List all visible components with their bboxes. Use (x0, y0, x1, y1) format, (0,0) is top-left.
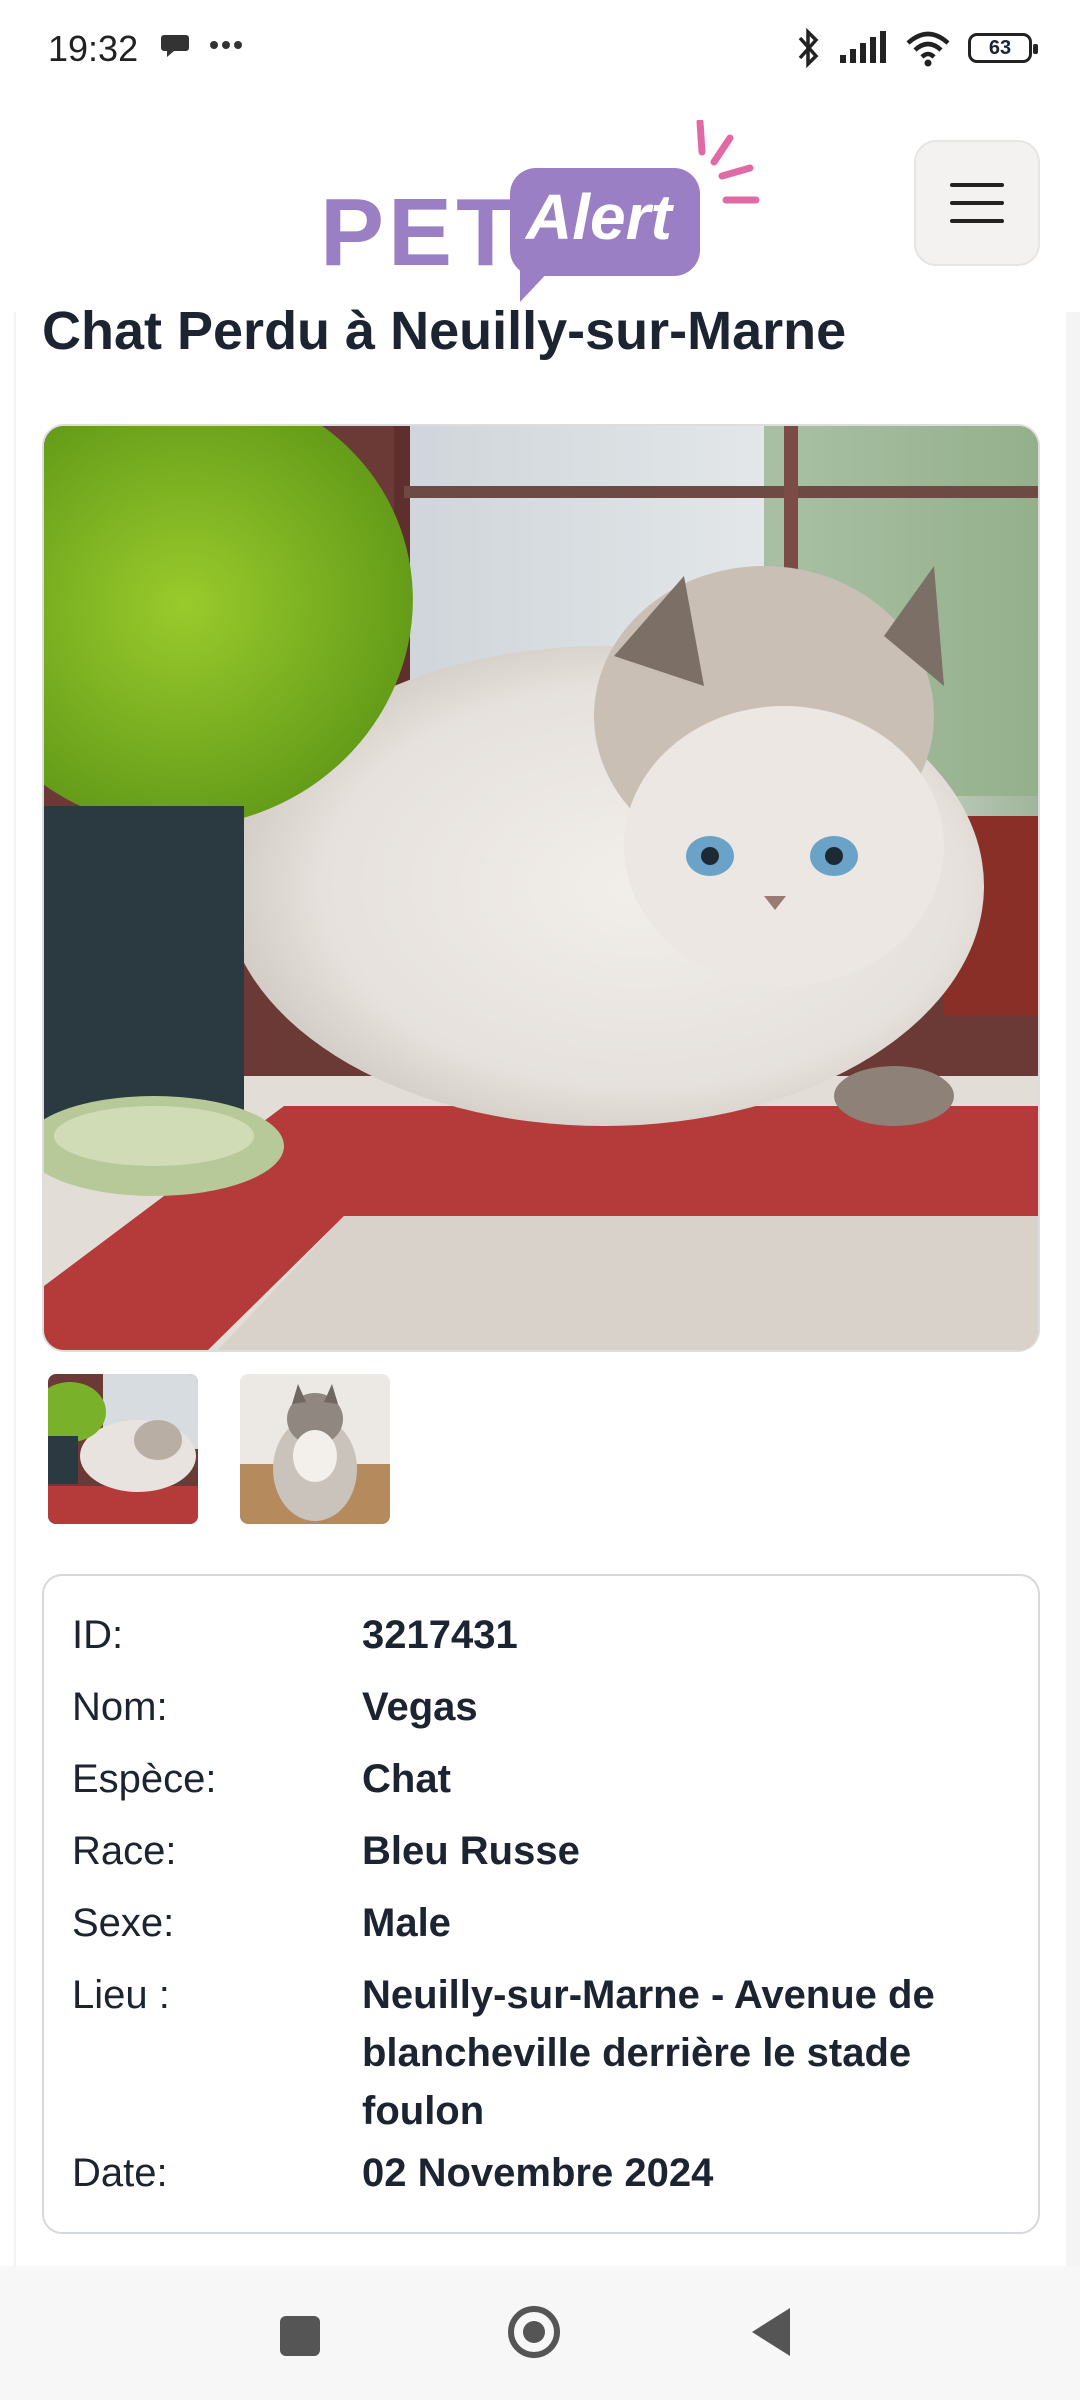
page-title: Chat Perdu à Neuilly-sur-Marne (42, 301, 847, 361)
detail-label: ID: (72, 1613, 124, 1657)
logo-rays-icon (696, 120, 760, 204)
detail-label: Espèce: (72, 1757, 217, 1801)
pet-alert-logo[interactable]: PET Alert (320, 120, 760, 302)
home-icon[interactable] (508, 2306, 560, 2358)
more-dots-icon (210, 41, 242, 49)
hamburger-menu-icon[interactable] (914, 140, 1040, 266)
detail-value: Vegas (362, 1685, 478, 1729)
chat-bubble-icon (161, 35, 189, 57)
detail-value: 02 Novembre 2024 (362, 2151, 714, 2195)
signal-icon (840, 31, 886, 63)
bluetooth-icon (798, 28, 819, 68)
logo-alert-text: Alert (526, 181, 672, 253)
logo-pet-text: PET (320, 179, 519, 286)
pet-details-card: ID: 3217431 Nom: Vegas Espèce: Chat Race… (42, 1574, 1040, 2234)
back-icon[interactable] (752, 2308, 790, 2356)
detail-label: Race: (72, 1829, 177, 1873)
cat-thumbnail-1[interactable] (48, 1374, 198, 1524)
detail-label: Sexe: (72, 1901, 175, 1945)
detail-label: Nom: (72, 1685, 168, 1729)
detail-value: 3217431 (362, 1613, 518, 1657)
detail-label: Date: (72, 2151, 168, 2195)
detail-value: Male (362, 1901, 451, 1945)
status-time: 19:32 (48, 28, 139, 69)
detail-value: Bleu Russe (362, 1829, 580, 1873)
system-nav-bar (0, 2266, 1080, 2400)
status-bar: 19:32 63 (0, 0, 1080, 100)
cat-photo[interactable] (42, 424, 1040, 1352)
cat-thumbnail-2[interactable] (240, 1374, 390, 1524)
wifi-icon (906, 31, 950, 67)
battery-icon: 63 (968, 33, 1038, 63)
detail-value: Chat (362, 1757, 451, 1801)
detail-label: Lieu : (72, 1973, 170, 2017)
detail-value: Neuilly-sur-Marne - Avenue de blanchevil… (362, 1973, 935, 2133)
recent-apps-icon[interactable] (280, 2316, 320, 2356)
